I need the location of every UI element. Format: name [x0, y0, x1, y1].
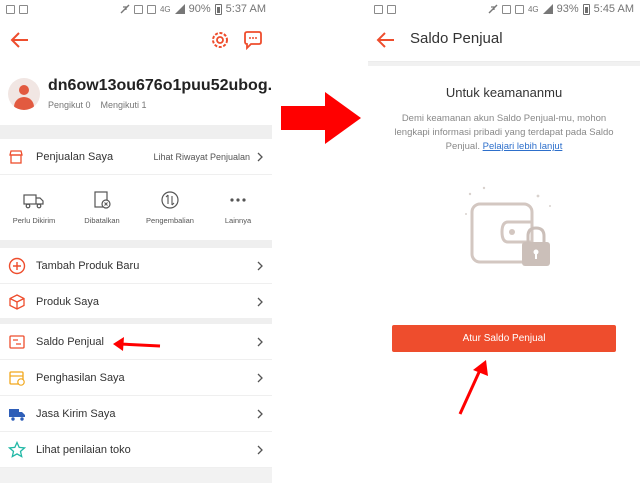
income-icon: [9, 370, 25, 386]
transition-arrow-icon: [281, 92, 361, 144]
status-more[interactable]: Lainnya: [204, 175, 272, 239]
menu-label: Penghasilan Saya: [36, 371, 125, 384]
setup-seller-balance-button[interactable]: Atur Saldo Penjual: [392, 325, 616, 352]
status-cancelled[interactable]: Dibatalkan: [68, 175, 136, 239]
back-arrow-icon[interactable]: [10, 30, 30, 50]
menu-label: Saldo Penjual: [36, 335, 104, 348]
sales-section: Penjualan Saya Lihat Riwayat Penjualan P…: [0, 139, 272, 240]
chevron-right-icon: [257, 409, 263, 418]
gallery-icon: [19, 4, 28, 14]
my-sales-label: Penjualan Saya: [36, 150, 114, 163]
menu-my-shipping[interactable]: Jasa Kirim Saya: [0, 396, 272, 432]
menu-shop-rating[interactable]: Lihat penilaian toko: [0, 432, 272, 468]
status-label: Lainnya: [224, 215, 252, 225]
status-bar: 4G 93% 5:45 AM: [368, 0, 640, 18]
shop-profile-screen: 4G 90% 5:37 AM dn6ow13ou676o1puu52ubog..…: [0, 0, 272, 483]
chevron-right-icon: [257, 373, 263, 382]
menu-my-income[interactable]: Penghasilan Saya: [0, 360, 272, 396]
truck-icon: [9, 408, 25, 421]
avatar[interactable]: [8, 78, 40, 110]
notification-icon: [6, 4, 15, 14]
battery-percent: 93%: [556, 3, 579, 15]
learn-more-link[interactable]: Pelajari lebih lanjut: [483, 141, 563, 152]
menu-add-product[interactable]: Tambah Produk Baru: [0, 248, 272, 284]
clock: 5:45 AM: [593, 3, 634, 15]
profile-card[interactable]: dn6ow13ou676o1puu52ubog... Pengikut 0 Me…: [0, 62, 272, 125]
seller-balance-screen: 4G 93% 5:45 AM Saldo Penjual Untuk keama…: [368, 0, 640, 483]
gallery-icon: [374, 4, 383, 14]
truck-icon: [23, 193, 44, 208]
cancelled-doc-icon: [94, 190, 111, 209]
more-dots-icon: [230, 197, 246, 202]
signal-icon: [542, 4, 553, 14]
mute-icon: [488, 4, 498, 14]
network-type: 4G: [159, 4, 171, 14]
return-icon: [161, 190, 179, 209]
status-returns[interactable]: Pengembalian: [136, 175, 204, 239]
chevron-right-icon: [257, 337, 263, 346]
app-header: [0, 18, 272, 62]
store-icon: [9, 149, 23, 164]
mute-icon: [120, 4, 130, 14]
menu-my-products[interactable]: Produk Saya: [0, 284, 272, 320]
battery-percent: 90%: [188, 3, 211, 15]
status-bar: 4G 90% 5:37 AM: [0, 0, 272, 18]
product-menu: Tambah Produk Baru Produk Saya: [0, 248, 272, 320]
network-type: 4G: [527, 4, 539, 14]
status-label: Dibatalkan: [84, 215, 120, 225]
security-heading: Untuk keamananmu: [445, 85, 563, 100]
followers-count[interactable]: Pengikut 0: [48, 100, 91, 110]
clock: 5:37 AM: [225, 3, 266, 15]
menu-label: Lihat penilaian toko: [36, 443, 131, 456]
menu-label: Tambah Produk Baru: [36, 259, 140, 272]
sales-history-link[interactable]: Lihat Riwayat Penjualan: [153, 152, 250, 162]
app-header: Saldo Penjual: [368, 18, 640, 62]
gear-icon[interactable]: [210, 30, 230, 50]
menu-label: Jasa Kirim Saya: [36, 407, 116, 420]
following-count[interactable]: Mengikuti 1: [101, 100, 147, 110]
annotation-arrow-icon: [113, 337, 161, 351]
status-label: Perlu Dikirim: [12, 215, 56, 225]
page-title: Saldo Penjual: [410, 30, 503, 47]
header-divider: [368, 62, 640, 66]
battery-icon: [214, 3, 222, 15]
plus-circle-icon: [8, 257, 26, 274]
username: dn6ow13ou676o1puu52ubog...: [48, 77, 272, 94]
notification-icon: [387, 4, 396, 14]
section-divider: [0, 240, 272, 248]
sim-icon: [133, 4, 143, 14]
order-status-shortcuts: Perlu Dikirim Dibatalkan Pengembalian La…: [0, 175, 272, 239]
chevron-right-icon: [257, 152, 263, 161]
chevron-right-icon: [257, 445, 263, 454]
chevron-right-icon: [257, 261, 263, 270]
status-to-ship[interactable]: Perlu Dikirim: [0, 175, 68, 239]
status-label: Pengembalian: [146, 215, 194, 225]
screenshot-comparison: 4G 90% 5:37 AM dn6ow13ou676o1puu52ubog..…: [0, 0, 640, 483]
battery-icon: [582, 3, 590, 15]
sim-icon: [501, 4, 511, 14]
my-sales-row[interactable]: Penjualan Saya Lihat Riwayat Penjualan: [0, 139, 272, 175]
menu-label: Produk Saya: [36, 295, 99, 308]
follow-stats: Pengikut 0 Mengikuti 1: [48, 100, 147, 110]
star-icon: [8, 440, 26, 458]
annotation-arrow-icon: [458, 360, 488, 415]
chevron-right-icon: [257, 297, 263, 306]
sim2-icon: [514, 4, 524, 14]
section-divider: [0, 125, 272, 139]
sim2-icon: [146, 4, 156, 14]
security-description: Demi keamanan akun Saldo Penjual-mu, moh…: [388, 112, 620, 154]
box-icon: [9, 293, 25, 310]
back-arrow-icon[interactable]: [376, 30, 396, 50]
wallet-icon: [9, 334, 25, 349]
chat-icon[interactable]: [242, 30, 264, 50]
locked-wallet-icon: [465, 186, 551, 266]
signal-icon: [174, 4, 185, 14]
